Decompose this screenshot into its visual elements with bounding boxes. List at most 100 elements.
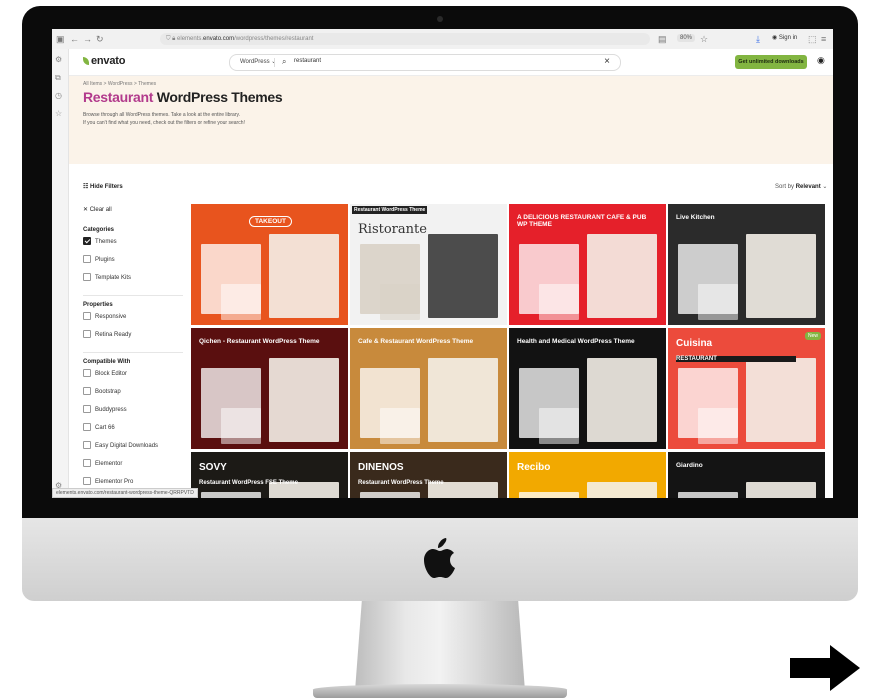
theme-card[interactable]: DINENOS Restaurant WordPress Theme xyxy=(350,452,507,498)
sign-in-button[interactable]: ◉ Sign in xyxy=(772,34,797,41)
search-category-select[interactable]: WordPress ⌄ xyxy=(240,58,276,65)
category-filter-option[interactable]: Template Kits xyxy=(83,273,183,291)
search-bar[interactable]: WordPress ⌄ ⌕ restaurant × xyxy=(229,54,621,71)
envato-logo[interactable]: envato xyxy=(83,55,125,67)
bookmarks-icon[interactable]: ☆ xyxy=(55,109,62,118)
reader-view-icon[interactable]: ▤ xyxy=(658,33,667,45)
checkbox[interactable] xyxy=(83,423,91,431)
subtitle-line-2: If you can't find what you need, check o… xyxy=(83,120,245,126)
checkbox[interactable] xyxy=(83,459,91,467)
history-icon[interactable]: ◷ xyxy=(55,91,62,100)
compatible-filter-option[interactable]: Block Editor xyxy=(83,369,183,387)
theme-grid: TAKEOUT Ristorante Restaurant WordPress Th… xyxy=(191,204,825,498)
reload-icon[interactable]: ↻ xyxy=(96,33,104,45)
clear-all-button[interactable]: ✕ Clear all xyxy=(83,206,183,213)
sort-prefix: Sort by xyxy=(775,184,795,190)
hide-filters-button[interactable]: ☷ Hide Filters xyxy=(83,183,123,190)
theme-card-title: Cafe & Restaurant WordPress Theme xyxy=(358,338,474,345)
search-input[interactable]: restaurant xyxy=(294,58,321,64)
compatible-filter-option[interactable]: Bootstrap xyxy=(83,387,183,405)
checkbox[interactable] xyxy=(83,387,91,395)
compatible-filter-option[interactable]: Buddypress xyxy=(83,405,183,423)
category-filter-option[interactable]: Plugins xyxy=(83,255,183,273)
theme-card[interactable]: Health and Medical WordPress Theme xyxy=(509,328,666,449)
theme-card[interactable]: Ristorante Restaurant WordPress Theme xyxy=(350,204,507,325)
close-icon: ✕ xyxy=(83,207,90,213)
clear-search-icon[interactable]: × xyxy=(604,56,610,67)
checkbox[interactable] xyxy=(83,330,91,338)
theme-card-title: Cuisina xyxy=(676,338,713,349)
bookmark-star-icon[interactable]: ☆ xyxy=(700,33,708,45)
settings-icon[interactable]: ⚙ xyxy=(55,55,62,64)
breadcrumb[interactable]: All Items > WordPress > Themes xyxy=(83,81,156,87)
theme-preview-image xyxy=(587,358,657,442)
theme-preview-image xyxy=(587,234,657,318)
search-icon: ⌕ xyxy=(282,57,287,66)
extensions-icon[interactable]: ⬚ xyxy=(808,33,817,45)
checkbox[interactable] xyxy=(83,405,91,413)
url-domain: envato.com xyxy=(203,36,235,42)
theme-card-title: DINENOS xyxy=(358,462,404,473)
theme-preview-image xyxy=(221,284,261,320)
hide-filters-label: Hide Filters xyxy=(90,184,123,190)
theme-card-title: Live Kitchen xyxy=(676,214,715,221)
theme-card[interactable]: A DELICIOUS RESTAURANT CAFE & PUB WP THE… xyxy=(509,204,666,325)
checkbox[interactable] xyxy=(83,312,91,320)
divider xyxy=(83,352,183,353)
theme-card[interactable]: Live Kitchen xyxy=(668,204,825,325)
theme-card-tag: Restaurant WordPress Theme xyxy=(352,206,428,214)
compatible-filter-option[interactable]: Easy Digital Downloads xyxy=(83,441,183,459)
theme-preview-image xyxy=(698,284,738,320)
back-icon[interactable]: ← xyxy=(70,33,79,45)
theme-card[interactable]: Recibo xyxy=(509,452,666,498)
theme-preview-image xyxy=(428,358,498,442)
filter-option-label: Template Kits xyxy=(95,275,132,281)
filter-heading-compatible: Compatible With xyxy=(83,359,131,365)
property-filter-option[interactable]: Retina Ready xyxy=(83,330,183,348)
theme-card[interactable]: Qichen - Restaurant WordPress Theme xyxy=(191,328,348,449)
zoom-level[interactable]: 80% xyxy=(677,34,696,42)
theme-card[interactable]: Giardino xyxy=(668,452,825,498)
theme-card[interactable]: Cuisina RESTAURANT New xyxy=(668,328,825,449)
theme-preview-image xyxy=(519,492,579,498)
checkbox[interactable] xyxy=(83,237,91,245)
theme-card[interactable]: SOVY Restaurant WordPress FSE Theme xyxy=(191,452,348,498)
compatible-filter-option[interactable]: Cart 66 xyxy=(83,423,183,441)
checkbox[interactable] xyxy=(83,369,91,377)
theme-card-subtitle: Restaurant WordPress Theme xyxy=(358,480,444,486)
filter-option-label: Responsive xyxy=(95,314,127,320)
checkbox[interactable] xyxy=(83,255,91,263)
address-bar[interactable]: ⛉ 🔒︎ elements.envato.com/wordpress/theme… xyxy=(160,33,650,45)
filter-option-label: Elementor xyxy=(95,461,123,467)
checkbox[interactable] xyxy=(83,273,91,281)
theme-card[interactable]: Cafe & Restaurant WordPress Theme xyxy=(350,328,507,449)
theme-card[interactable]: TAKEOUT xyxy=(191,204,348,325)
sort-dropdown[interactable]: Sort by Relevant ⌄ xyxy=(775,183,827,190)
theme-preview-image xyxy=(678,492,738,498)
property-filter-option[interactable]: Responsive xyxy=(83,312,183,330)
user-account-icon[interactable]: ◉ xyxy=(817,55,825,66)
checkbox[interactable] xyxy=(83,441,91,449)
tabs-icon[interactable]: ⧉ xyxy=(55,73,61,83)
forward-icon[interactable]: → xyxy=(83,33,92,45)
compatible-filter-option[interactable]: Elementor xyxy=(83,459,183,477)
filter-option-label: Cart 66 xyxy=(95,425,115,431)
search-divider xyxy=(274,58,275,67)
sidebar-toggle-icon[interactable]: ▣ xyxy=(56,33,65,45)
sort-value: Relevant xyxy=(795,184,821,190)
menu-icon[interactable]: ≡ xyxy=(821,33,826,45)
filter-heading-categories: Categories xyxy=(83,227,115,233)
browser-sidebar: ⚙ ⧉ ◷ ☆ ⚙ xyxy=(52,49,69,498)
site-header: envato WordPress ⌄ ⌕ restaurant × Get un… xyxy=(69,49,833,76)
checkbox[interactable] xyxy=(83,477,91,485)
download-icon[interactable]: ⤓ xyxy=(756,33,760,45)
theme-preview-image xyxy=(746,482,816,498)
theme-preview-image xyxy=(269,358,339,442)
theme-preview-image xyxy=(221,408,261,444)
get-unlimited-downloads-button[interactable]: Get unlimited downloads xyxy=(735,55,807,69)
theme-preview-image xyxy=(428,234,498,318)
theme-preview-image xyxy=(380,284,420,320)
theme-card-title: Qichen - Restaurant WordPress Theme xyxy=(199,338,320,345)
category-filter-option[interactable]: Themes xyxy=(83,237,183,255)
imac-stand xyxy=(355,601,525,691)
